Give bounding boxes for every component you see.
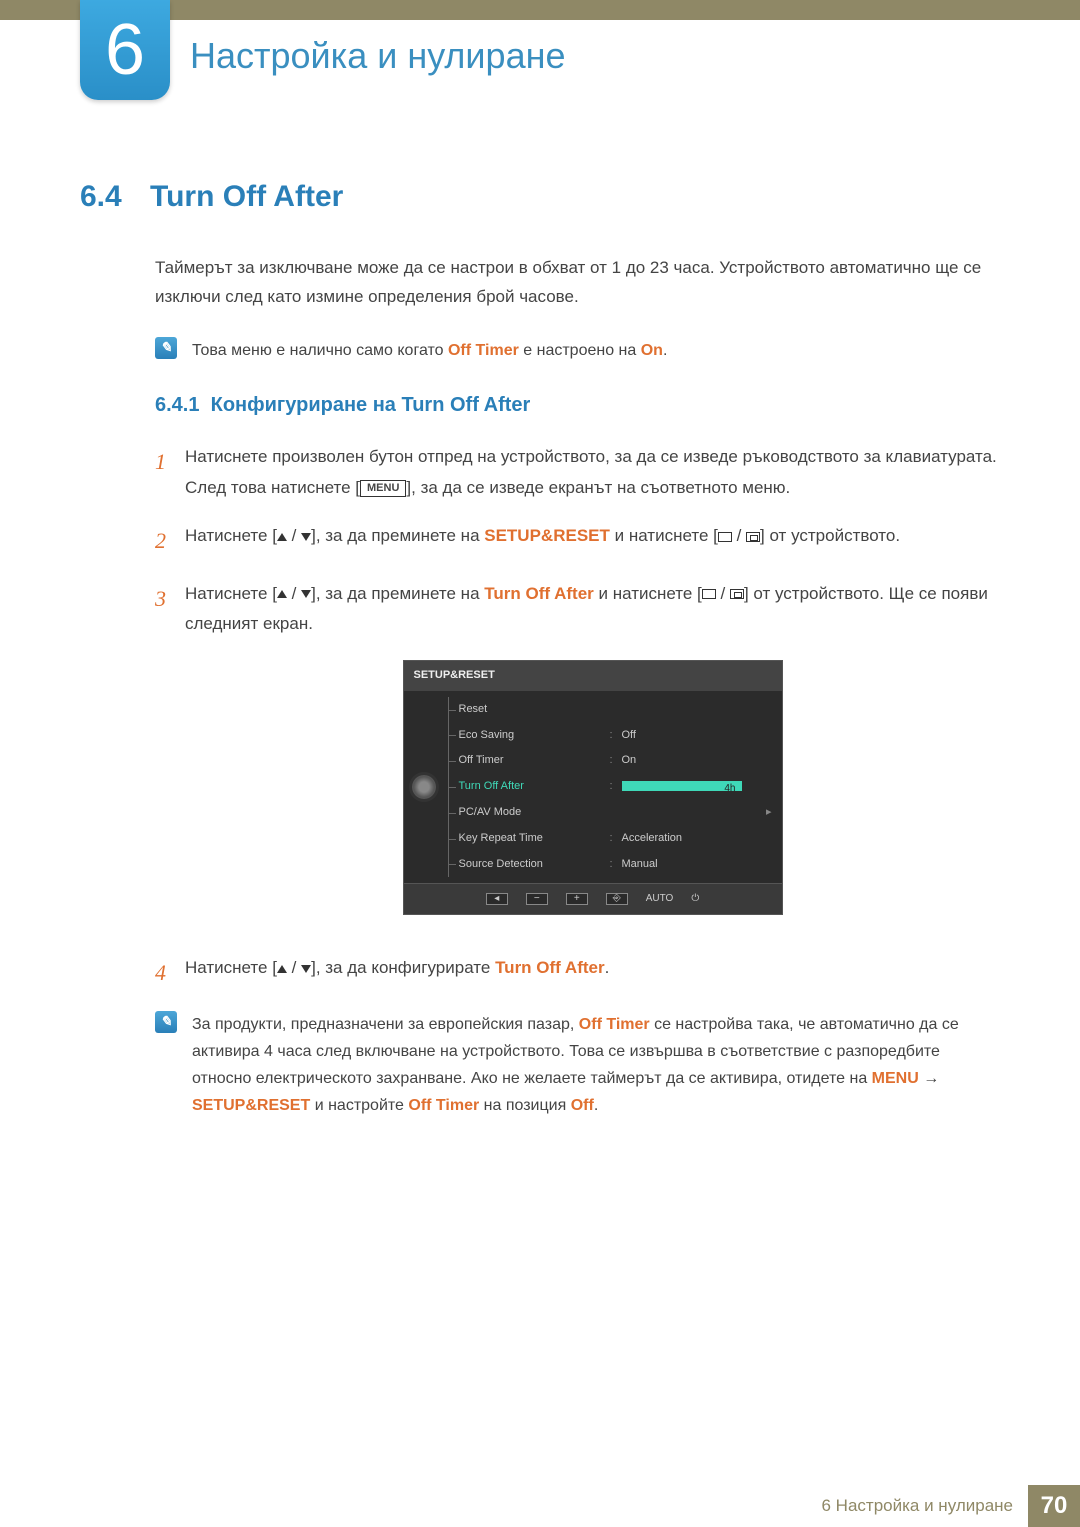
chapter-title: Настройка и нулиране (190, 35, 566, 77)
step-number: 2 (155, 521, 185, 561)
subsection-heading: 6.4.1 Конфигуриране на Turn Off After (155, 394, 1000, 417)
osd-row-turnoffafter: Turn Off After:4h (449, 774, 772, 800)
osd-nav-bar: ◂ − + ⎆ AUTO ⏻ (404, 883, 782, 914)
menu-button-label: MENU (360, 480, 406, 497)
up-icon (277, 590, 287, 598)
step-text: Натиснете [ / ], за да преминете на SETU… (185, 521, 1000, 561)
osd-row-keyrepeat: Key Repeat Time:Acceleration (449, 826, 772, 852)
down-icon (301, 533, 311, 541)
rect-icon (718, 532, 732, 542)
note-icon: ✎ (155, 1011, 177, 1033)
down-icon (301, 965, 311, 973)
section-number: 6.4 (80, 180, 150, 214)
enter-icon (730, 589, 744, 599)
note-availability: ✎ Това меню е налично само когато Off Ti… (155, 337, 1000, 364)
osd-nav-minus: − (526, 893, 548, 905)
section-title: Turn Off After (150, 180, 343, 213)
note-text: За продукти, предназначени за европейски… (192, 1011, 1000, 1120)
osd-nav-left: ◂ (486, 893, 508, 905)
osd-row-offtimer: Off Timer:On (449, 748, 772, 774)
note-icon: ✎ (155, 337, 177, 359)
subsection-title: Конфигуриране на Turn Off After (211, 394, 531, 416)
chapter-tab: 6 (80, 0, 170, 100)
step-4: 4 Натиснете [ / ], за да конфигурирате T… (155, 953, 1000, 993)
enter-icon (746, 532, 760, 542)
intro-paragraph: Таймерът за изключване може да се настро… (155, 254, 1000, 312)
down-icon (301, 590, 311, 598)
note-eu: ✎ За продукти, предназначени за европейс… (155, 1011, 1000, 1120)
step-text: Натиснете [ / ], за да конфигурирате Tur… (185, 953, 1000, 993)
up-icon (277, 965, 287, 973)
step-3: 3 Натиснете [ / ], за да преминете на Tu… (155, 579, 1000, 936)
step-2: 2 Натиснете [ / ], за да преминете на SE… (155, 521, 1000, 561)
gear-icon (412, 775, 436, 799)
step-number: 3 (155, 579, 185, 936)
osd-row-pcav: PC/AV Mode▸ (449, 800, 772, 826)
osd-slider: 4h (622, 781, 742, 791)
note-text: Това меню е налично само когато Off Time… (192, 337, 1000, 364)
osd-row-eco: Eco Saving:Off (449, 723, 772, 749)
step-text: Натиснете произволен бутон отпред на уст… (185, 442, 1000, 503)
rect-icon (702, 589, 716, 599)
osd-menu-list: Reset Eco Saving:Off Off Timer:On Turn O… (448, 697, 772, 878)
osd-nav-power: ⏻ (691, 890, 699, 908)
osd-row-source: Source Detection:Manual (449, 852, 772, 878)
step-text: Натиснете [ / ], за да преминете на Turn… (185, 579, 1000, 936)
section-body: 6.4Turn Off After Таймерът за изключване… (80, 180, 1000, 1150)
osd-title: SETUP&RESET (404, 661, 782, 691)
section-heading: 6.4Turn Off After (80, 180, 1000, 214)
step-1: 1 Натиснете произволен бутон отпред на у… (155, 442, 1000, 503)
osd-nav-auto: AUTO (646, 890, 674, 908)
up-icon (277, 533, 287, 541)
page-footer: 6 Настройка и нулиране 70 (0, 1485, 1080, 1527)
osd-nav-plus: + (566, 893, 588, 905)
subsection-number: 6.4.1 (155, 394, 199, 416)
footer-page-number: 70 (1028, 1485, 1080, 1527)
osd-row-reset: Reset (449, 697, 772, 723)
step-number: 1 (155, 442, 185, 503)
osd-nav-enter: ⎆ (606, 893, 628, 905)
step-number: 4 (155, 953, 185, 993)
footer-label: 6 Настройка и нулиране (807, 1485, 1029, 1527)
osd-screenshot: SETUP&RESET Reset Eco Saving:Off Off Tim… (403, 660, 783, 915)
